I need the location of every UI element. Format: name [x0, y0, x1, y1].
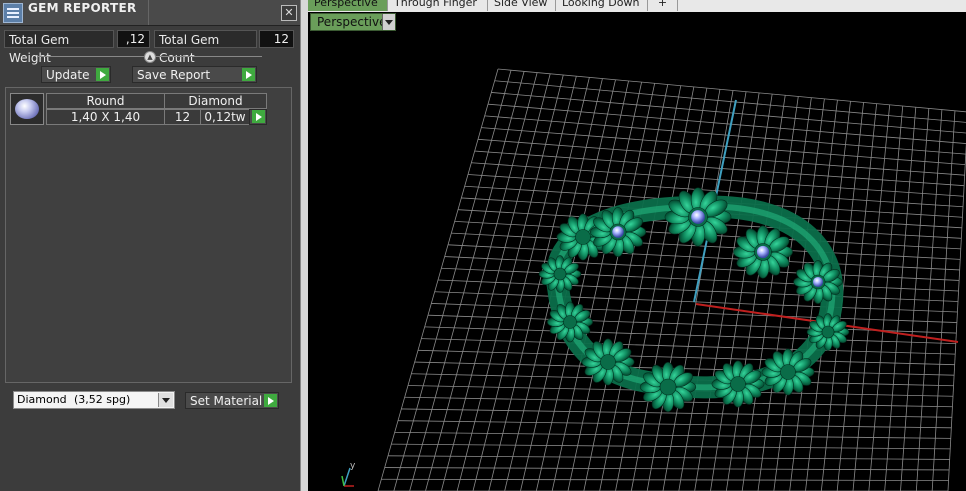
update-button[interactable]: Update: [41, 66, 111, 83]
gem-list: [5, 87, 292, 383]
tab-looking-down[interactable]: Looking Down: [556, 0, 648, 11]
chevron-down-icon[interactable]: [382, 14, 395, 30]
play-arrow-icon: [264, 394, 277, 407]
gem-reporter-app-icon: [3, 3, 23, 23]
diamond-gem: [691, 210, 705, 224]
axis-y-label: y: [350, 461, 356, 471]
panel-title: GEM REPORTER: [28, 1, 137, 15]
gem-reporter-panel: GEM REPORTER ✕ Total Gem Weight ,12 Tota…: [0, 0, 300, 491]
play-arrow-icon: [96, 68, 109, 81]
tab-add[interactable]: +: [648, 0, 678, 11]
material-select-name: Diamond: [17, 393, 67, 406]
total-gem-count-value: 12: [259, 30, 294, 48]
material-select-detail: (3,52 spg): [74, 393, 131, 406]
gem-shape-header: Round: [46, 93, 165, 109]
save-report-button-label: Save Report: [137, 68, 211, 82]
total-gem-weight-value: ,12: [117, 30, 150, 48]
diamond-gem: [612, 226, 624, 238]
round-diamond-icon: [15, 99, 39, 119]
chevron-down-icon[interactable]: [158, 393, 173, 407]
material-select[interactable]: Diamond (3,52 spg): [13, 391, 175, 409]
axis-triad: y: [341, 461, 356, 487]
tab-through-finger[interactable]: Through Finger: [388, 0, 488, 11]
tab-side-view[interactable]: Side View: [488, 0, 556, 11]
gem-weight-cell: 0,12tw: [200, 109, 250, 125]
titlebar-separator: [148, 0, 149, 25]
gem-size-cell: 1,40 X 1,40: [46, 109, 165, 125]
play-arrow-icon: [252, 110, 265, 123]
play-arrow-icon: [242, 68, 255, 81]
panel-titlebar: GEM REPORTER ✕: [0, 0, 300, 26]
collapse-knob-icon[interactable]: ▲: [144, 51, 156, 63]
3d-viewport[interactable]: y: [308, 12, 966, 491]
set-material-button-label: Set Material: [190, 394, 263, 408]
save-report-button[interactable]: Save Report: [132, 66, 257, 83]
tab-perspective[interactable]: Perspective: [308, 0, 388, 11]
viewport-scene: y: [341, 68, 966, 491]
gem-row-go-button[interactable]: [249, 109, 267, 125]
flower-setting: [639, 362, 697, 412]
flower-setting: [711, 360, 765, 408]
gem-thumbnail[interactable]: [10, 93, 44, 125]
diamond-gem: [812, 276, 824, 288]
view-mode-dropdown[interactable]: Perspective: [310, 13, 396, 31]
total-gem-count-label: Total Gem Count: [154, 30, 257, 65]
diamond-gem: [756, 245, 770, 259]
view-mode-label: Perspective: [317, 15, 387, 29]
close-icon[interactable]: ✕: [281, 5, 297, 21]
set-material-button[interactable]: Set Material: [185, 392, 279, 409]
ground-grid: [377, 68, 966, 491]
gem-material-header: Diamond: [164, 93, 267, 109]
total-gem-weight-label: Total Gem Weight: [4, 30, 114, 65]
gem-count-cell: 12: [164, 109, 201, 125]
update-button-label: Update: [46, 68, 90, 82]
